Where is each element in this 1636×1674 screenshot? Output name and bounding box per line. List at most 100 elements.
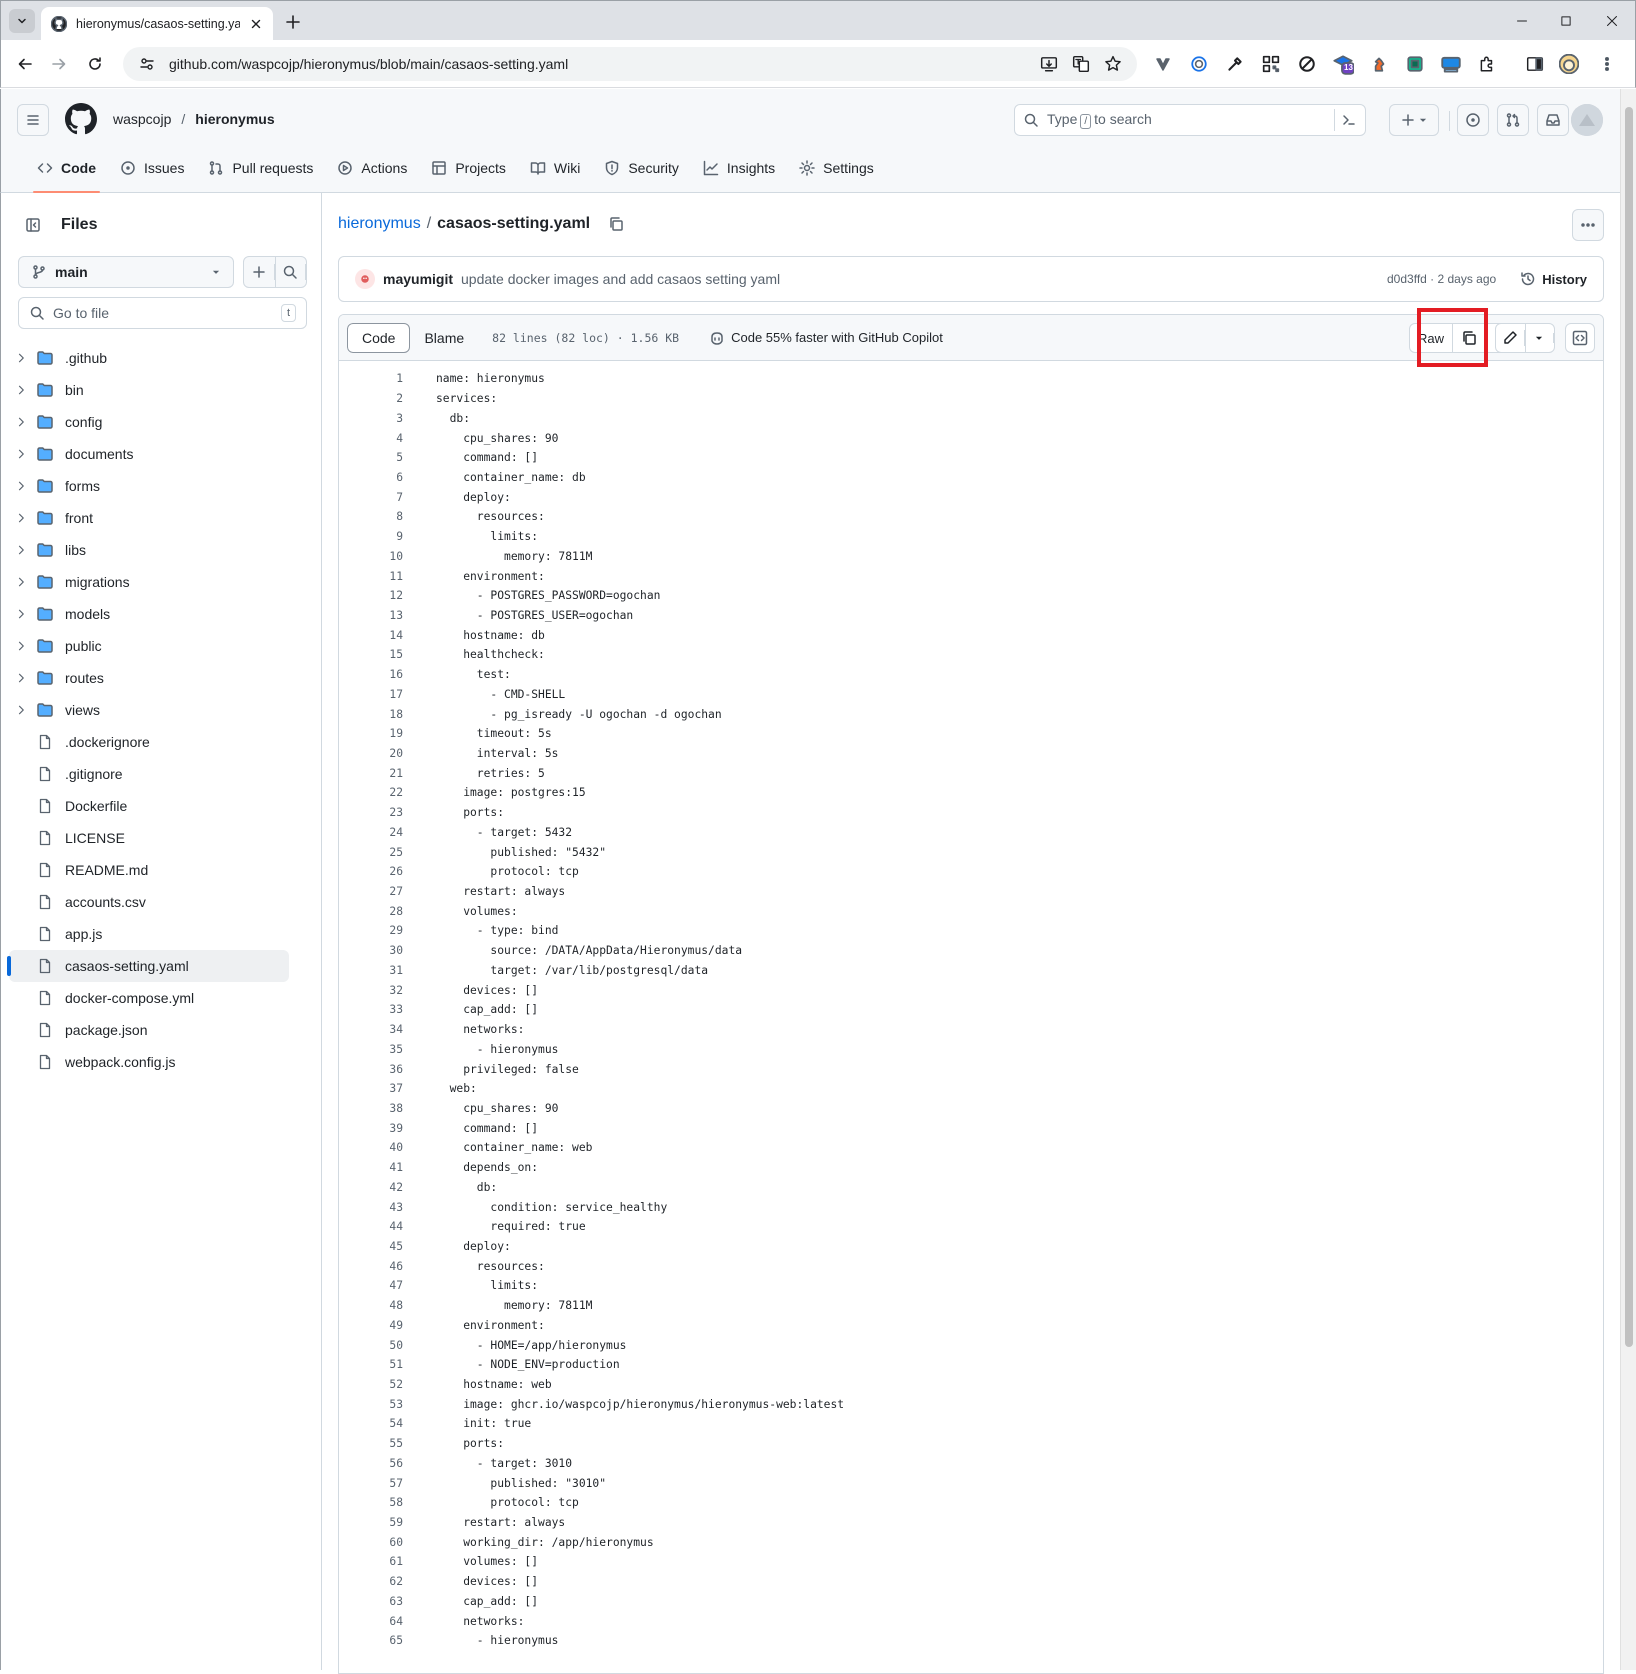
line-number[interactable]: 32 bbox=[339, 984, 403, 997]
extension-badge-icon[interactable]: 13 bbox=[1331, 52, 1355, 76]
line-number[interactable]: 51 bbox=[339, 1358, 403, 1371]
code-line[interactable]: 25 published: "5432" bbox=[339, 842, 1603, 862]
code-line[interactable]: 34 networks: bbox=[339, 1020, 1603, 1040]
extension-v-icon[interactable] bbox=[1151, 52, 1175, 76]
side-panel-icon[interactable] bbox=[1523, 52, 1547, 76]
line-number[interactable]: 13 bbox=[339, 609, 403, 622]
code-line[interactable]: 40 container_name: web bbox=[339, 1138, 1603, 1158]
scrollbar-thumb[interactable] bbox=[1625, 107, 1633, 1347]
code-line[interactable]: 36 privileged: false bbox=[339, 1059, 1603, 1079]
site-info-icon[interactable] bbox=[139, 56, 155, 72]
code-line[interactable]: 18 - pg_isready -U ogochan -d ogochan bbox=[339, 704, 1603, 724]
code-line[interactable]: 48 memory: 7811M bbox=[339, 1296, 1603, 1316]
tree-file-item[interactable]: README.md bbox=[9, 854, 289, 886]
inbox-button[interactable] bbox=[1537, 104, 1569, 136]
line-number[interactable]: 9 bbox=[339, 530, 403, 543]
tree-file-item[interactable]: docker-compose.yml bbox=[9, 982, 289, 1014]
line-number[interactable]: 52 bbox=[339, 1378, 403, 1391]
line-number[interactable]: 3 bbox=[339, 412, 403, 425]
commit-author[interactable]: mayumigit bbox=[383, 271, 453, 287]
tab-security[interactable]: Security bbox=[592, 149, 691, 187]
tree-folder-item[interactable]: forms bbox=[9, 470, 289, 502]
line-number[interactable]: 22 bbox=[339, 786, 403, 799]
reload-button[interactable] bbox=[83, 52, 107, 76]
line-number[interactable]: 5 bbox=[339, 451, 403, 464]
tree-file-item[interactable]: accounts.csv bbox=[9, 886, 289, 918]
tree-folder-item[interactable]: public bbox=[9, 630, 289, 662]
commit-meta[interactable]: d0d3ffd · 2 days ago bbox=[1387, 272, 1496, 286]
line-number[interactable]: 4 bbox=[339, 432, 403, 445]
code-line[interactable]: 26 protocol: tcp bbox=[339, 862, 1603, 882]
tab-wiki[interactable]: Wiki bbox=[518, 149, 592, 187]
copilot-promo[interactable]: Code 55% faster with GitHub Copilot bbox=[709, 330, 943, 346]
commit-message[interactable]: update docker images and add casaos sett… bbox=[461, 271, 780, 287]
line-number[interactable]: 15 bbox=[339, 648, 403, 661]
tab-pull-requests[interactable]: Pull requests bbox=[196, 149, 325, 187]
tab-projects[interactable]: Projects bbox=[419, 149, 518, 187]
tree-folder-item[interactable]: bin bbox=[9, 374, 289, 406]
code-line[interactable]: 52 hostname: web bbox=[339, 1375, 1603, 1395]
code-line[interactable]: 60 working_dir: /app/hieronymus bbox=[339, 1532, 1603, 1552]
line-number[interactable]: 10 bbox=[339, 550, 403, 563]
line-number[interactable]: 24 bbox=[339, 826, 403, 839]
code-line[interactable]: 27 restart: always bbox=[339, 882, 1603, 902]
code-line[interactable]: 54 init: true bbox=[339, 1414, 1603, 1434]
tree-folder-item[interactable]: models bbox=[9, 598, 289, 630]
new-tab-button[interactable] bbox=[281, 10, 305, 34]
tree-folder-item[interactable]: routes bbox=[9, 662, 289, 694]
line-number[interactable]: 59 bbox=[339, 1516, 403, 1529]
edit-file-button[interactable] bbox=[1496, 324, 1526, 352]
line-number[interactable]: 30 bbox=[339, 944, 403, 957]
tab-settings[interactable]: Settings bbox=[787, 149, 886, 187]
code-line[interactable]: 4 cpu_shares: 90 bbox=[339, 428, 1603, 448]
code-line[interactable]: 41 depends_on: bbox=[339, 1158, 1603, 1178]
browser-menu-icon[interactable] bbox=[1595, 52, 1619, 76]
hamburger-menu-button[interactable] bbox=[17, 104, 49, 136]
code-line[interactable]: 22 image: postgres:15 bbox=[339, 783, 1603, 803]
line-number[interactable]: 36 bbox=[339, 1063, 403, 1076]
chevron-right-icon[interactable] bbox=[9, 480, 33, 492]
page-scrollbar[interactable] bbox=[1620, 89, 1636, 1670]
line-number[interactable]: 61 bbox=[339, 1555, 403, 1568]
line-number[interactable]: 2 bbox=[339, 392, 403, 405]
tree-file-item[interactable]: casaos-setting.yaml bbox=[7, 950, 289, 982]
code-line[interactable]: 13 - POSTGRES_USER=ogochan bbox=[339, 606, 1603, 626]
code-line[interactable]: 16 test: bbox=[339, 665, 1603, 685]
code-line[interactable]: 35 - hieronymus bbox=[339, 1039, 1603, 1059]
tree-file-item[interactable]: package.json bbox=[9, 1014, 289, 1046]
tree-file-item[interactable]: app.js bbox=[9, 918, 289, 950]
tree-file-item[interactable]: .gitignore bbox=[9, 758, 289, 790]
code-line[interactable]: 31 target: /var/lib/postgresql/data bbox=[339, 961, 1603, 981]
repo-link[interactable]: hieronymus bbox=[195, 111, 274, 127]
code-line[interactable]: 38 cpu_shares: 90 bbox=[339, 1099, 1603, 1119]
line-number[interactable]: 6 bbox=[339, 471, 403, 484]
chevron-right-icon[interactable] bbox=[9, 448, 33, 460]
code-line[interactable]: 17 - CMD-SHELL bbox=[339, 685, 1603, 705]
line-number[interactable]: 54 bbox=[339, 1417, 403, 1430]
install-app-icon[interactable] bbox=[1037, 52, 1061, 76]
line-number[interactable]: 34 bbox=[339, 1023, 403, 1036]
line-number[interactable]: 41 bbox=[339, 1161, 403, 1174]
chevron-right-icon[interactable] bbox=[9, 544, 33, 556]
history-button[interactable]: History bbox=[1520, 271, 1587, 287]
line-number[interactable]: 28 bbox=[339, 905, 403, 918]
code-line[interactable]: 15 healthcheck: bbox=[339, 645, 1603, 665]
code-line[interactable]: 10 memory: 7811M bbox=[339, 546, 1603, 566]
tree-file-item[interactable]: .dockerignore bbox=[9, 726, 289, 758]
collapse-sidebar-icon[interactable] bbox=[17, 209, 49, 241]
profile-avatar-icon[interactable] bbox=[1557, 52, 1581, 76]
code-line[interactable]: 49 environment: bbox=[339, 1316, 1603, 1336]
chevron-right-icon[interactable] bbox=[9, 416, 33, 428]
pull-requests-button[interactable] bbox=[1497, 104, 1529, 136]
tree-folder-item[interactable]: libs bbox=[9, 534, 289, 566]
line-number[interactable]: 14 bbox=[339, 629, 403, 642]
tree-folder-item[interactable]: .github bbox=[9, 342, 289, 374]
code-line[interactable]: 29 - type: bind bbox=[339, 921, 1603, 941]
line-number[interactable]: 63 bbox=[339, 1595, 403, 1608]
back-button[interactable] bbox=[13, 52, 37, 76]
line-number[interactable]: 18 bbox=[339, 708, 403, 721]
line-number[interactable]: 42 bbox=[339, 1181, 403, 1194]
search-files-button[interactable] bbox=[276, 257, 306, 287]
line-number[interactable]: 12 bbox=[339, 589, 403, 602]
bookmark-star-icon[interactable] bbox=[1101, 52, 1125, 76]
